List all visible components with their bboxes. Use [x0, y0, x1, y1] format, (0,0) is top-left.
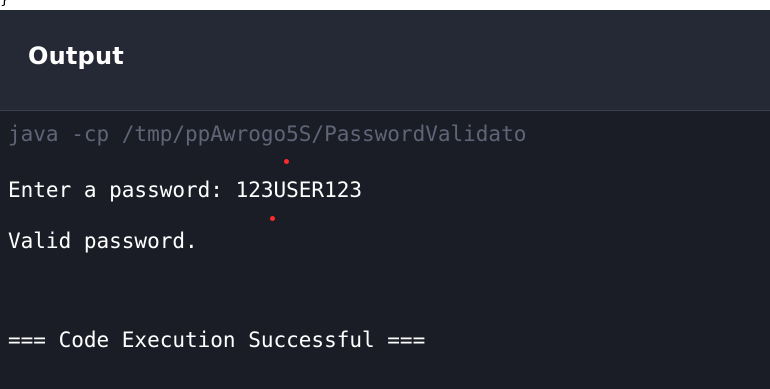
- output-panel: Output java -cp /tmp/ppAwrogo5S/Password…: [0, 10, 770, 389]
- top-strip: }: [0, 0, 770, 10]
- output-panel-header: Output: [0, 10, 770, 111]
- cursor-marker-dot-icon: [270, 216, 275, 221]
- console-line-execution-status: === Code Execution Successful ===: [8, 328, 426, 352]
- console-command-line: java -cp /tmp/ppAwrogo5S/PasswordValidat…: [8, 122, 527, 146]
- brace-glyph: }: [0, 0, 9, 8]
- console-output[interactable]: java -cp /tmp/ppAwrogo5S/PasswordValidat…: [0, 111, 770, 389]
- screenshot-frame: } Output java -cp /tmp/ppAwrogo5S/Passwo…: [0, 0, 770, 389]
- console-line-validation-result: Valid password.: [8, 229, 198, 253]
- console-line-password-prompt: Enter a password: 123USER123: [8, 178, 363, 202]
- output-panel-title: Output: [28, 42, 124, 70]
- cursor-marker-dot-icon: [284, 159, 289, 164]
